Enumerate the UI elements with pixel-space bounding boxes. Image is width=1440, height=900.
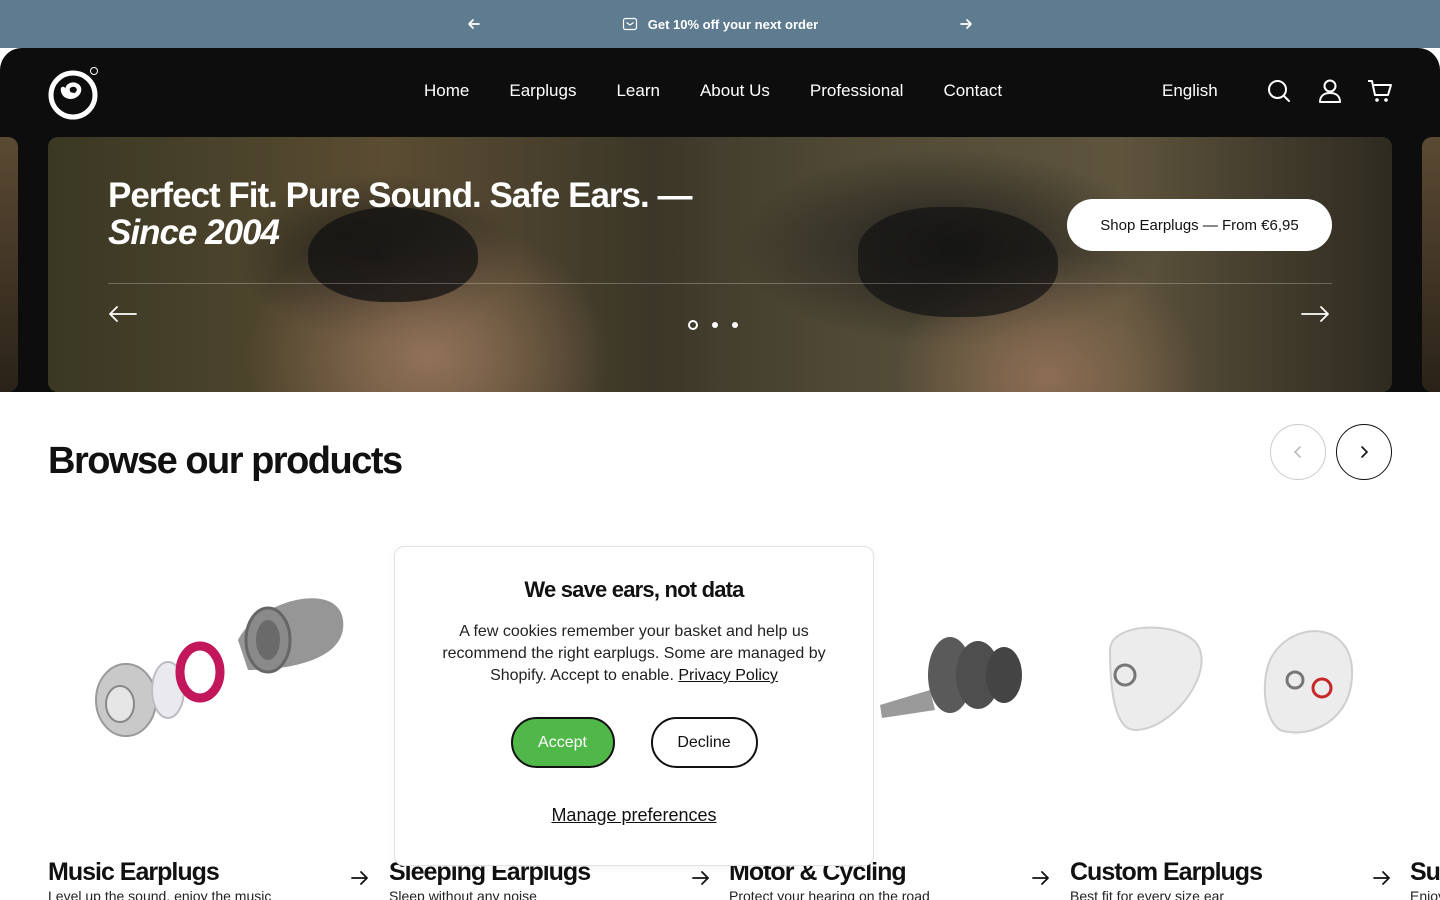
mail-icon	[622, 17, 637, 31]
cookie-text: A few cookies remember your basket and h…	[439, 621, 829, 687]
search-button[interactable]	[1266, 78, 1292, 104]
arrow-right-icon	[1032, 871, 1049, 885]
announcement-prev-button[interactable]	[462, 12, 486, 36]
product-link-arrow[interactable]	[1031, 868, 1051, 894]
announcement-message[interactable]: Get 10% off your next order	[622, 16, 818, 32]
product-subtitle: Enjoy	[1410, 888, 1440, 900]
main-nav: Home Earplugs Learn About Us Professiona…	[424, 81, 1002, 101]
chevron-left-icon	[1293, 446, 1301, 458]
product-name[interactable]: Su	[1410, 858, 1440, 887]
nav-earplugs[interactable]: Earplugs	[509, 81, 576, 101]
arrow-right-icon	[692, 871, 709, 885]
product-link-arrow[interactable]	[1372, 868, 1392, 894]
arrow-right-icon	[960, 19, 972, 29]
product-name[interactable]: Music Earplugs	[48, 858, 220, 887]
hero-divider	[108, 283, 1332, 284]
nav-about-us[interactable]: About Us	[700, 81, 770, 101]
hero-dot[interactable]	[732, 322, 738, 328]
account-icon	[1319, 79, 1341, 103]
hero-title-line2: Since 2004	[108, 213, 280, 252]
decline-button[interactable]: Decline	[650, 717, 758, 768]
hero-title: Perfect Fit. Pure Sound. Safe Ears. — Si…	[108, 176, 692, 252]
arrow-left-long-icon	[109, 306, 137, 322]
nav-learn[interactable]: Learn	[616, 81, 659, 101]
hero-next-button[interactable]	[1300, 303, 1330, 327]
cookie-consent-dialog: We save ears, not data A few cookies rem…	[394, 546, 874, 866]
product-subtitle: Protect your hearing on the road	[729, 888, 930, 900]
arrow-right-icon	[351, 871, 368, 885]
account-button[interactable]	[1317, 78, 1343, 104]
hero-pagination	[688, 320, 738, 330]
site-header: Home Earplugs Learn About Us Professiona…	[0, 48, 1440, 137]
product-name[interactable]: Custom Earplugs	[1070, 858, 1263, 887]
manage-preferences-link[interactable]: Manage preferences	[395, 805, 873, 826]
chevron-right-icon	[1361, 446, 1369, 458]
hero-dot[interactable]	[712, 322, 718, 328]
cookie-title: We save ears, not data	[524, 577, 744, 602]
custom-earplugs-image[interactable]	[1090, 560, 1370, 760]
logo-icon	[48, 67, 98, 120]
hero-title-line1: Perfect Fit. Pure Sound. Safe Ears. —	[108, 176, 692, 215]
search-icon	[1268, 80, 1290, 102]
hero-slide: Perfect Fit. Pure Sound. Safe Ears. — Si…	[48, 137, 1392, 392]
arrow-right-long-icon	[1301, 306, 1329, 322]
language-selector[interactable]: English	[1162, 81, 1218, 101]
browse-prev-button[interactable]	[1270, 424, 1326, 480]
arrow-left-icon	[468, 19, 480, 29]
hero-prev-slide-peek	[0, 137, 18, 392]
hero-next-slide-peek	[1422, 137, 1440, 392]
cart-icon	[1368, 80, 1392, 102]
brand-logo[interactable]	[48, 64, 100, 122]
nav-professional[interactable]: Professional	[810, 81, 904, 101]
hero-prev-button[interactable]	[108, 303, 138, 327]
privacy-policy-link[interactable]: Privacy Policy	[678, 667, 778, 684]
nav-home[interactable]: Home	[424, 81, 469, 101]
shop-earplugs-button[interactable]: Shop Earplugs — From €6,95	[1067, 199, 1332, 251]
product-subtitle: Level up the sound, enjoy the music	[48, 888, 272, 900]
browse-title: Browse our products	[48, 440, 403, 482]
cart-button[interactable]	[1367, 78, 1393, 104]
announcement-text: Get 10% off your next order	[647, 16, 819, 32]
product-link-arrow[interactable]	[691, 868, 711, 894]
hero-dot[interactable]	[688, 320, 698, 330]
browse-next-button[interactable]	[1336, 424, 1392, 480]
accept-button[interactable]: Accept	[510, 717, 615, 768]
product-subtitle: Best fit for every size ear	[1070, 888, 1225, 900]
announcement-next-button[interactable]	[954, 12, 978, 36]
product-link-arrow[interactable]	[350, 868, 370, 894]
arrow-right-icon	[1373, 871, 1390, 885]
music-earplugs-image[interactable]	[88, 560, 348, 760]
cookie-buttons: Accept Decline	[395, 717, 873, 768]
product-subtitle: Sleep without any noise	[389, 888, 537, 900]
nav-contact[interactable]: Contact	[943, 81, 1002, 101]
announcement-bar: Get 10% off your next order	[0, 0, 1440, 48]
